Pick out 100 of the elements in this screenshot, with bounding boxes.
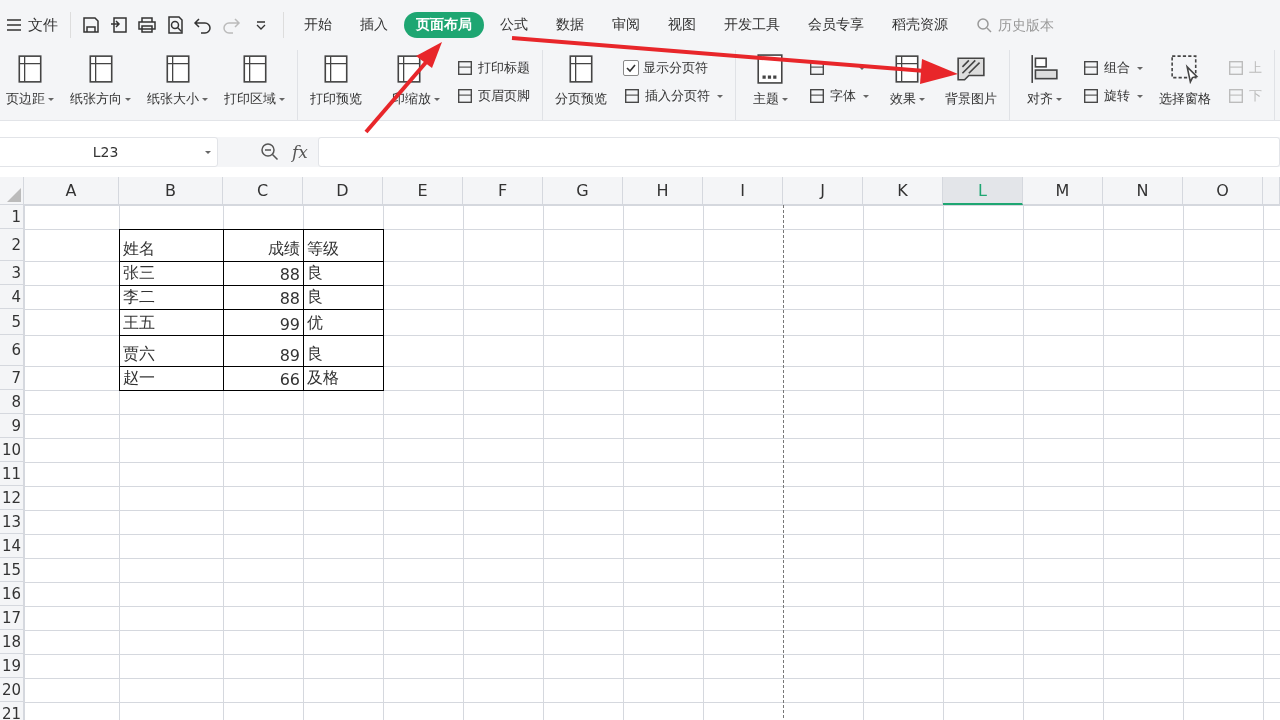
table-cell-text: 及格 (306, 367, 340, 389)
search-field[interactable]: 历史版本 (976, 16, 1090, 34)
print-preview-icon[interactable] (165, 15, 185, 35)
column-header[interactable]: M (1023, 177, 1103, 205)
ribbon-tab[interactable]: 数据 (544, 12, 596, 38)
ribbon-button[interactable]: 打印区域 (216, 50, 293, 120)
row-header[interactable]: 4 (0, 285, 24, 309)
ribbon-button[interactable]: 打印标题 (454, 58, 532, 78)
ribbon-button[interactable]: 选择窗格 (1151, 50, 1219, 120)
ribbon-tab[interactable]: 会员专享 (796, 12, 876, 38)
ribbon-button[interactable]: 组合 (1080, 58, 1145, 78)
ribbon-button[interactable]: 页边距 (0, 50, 62, 120)
ribbon-button[interactable]: 页眉页脚 (454, 86, 532, 106)
ribbon-button[interactable]: 纸张方向 (62, 50, 139, 120)
column-header[interactable]: D (303, 177, 383, 205)
row-header[interactable]: 15 (0, 558, 24, 582)
ribbon-tab[interactable]: 开始 (292, 12, 344, 38)
table-cell-text: 良 (306, 343, 324, 365)
ribbon-button[interactable]: 背景图片 (937, 50, 1005, 120)
ribbon-tab[interactable]: 视图 (656, 12, 708, 38)
row-header[interactable]: 14 (0, 534, 24, 558)
column-header[interactable]: A (24, 177, 119, 205)
page-icon (1082, 59, 1100, 77)
file-menu-button[interactable]: 文件 (0, 15, 64, 35)
column-header[interactable]: I (703, 177, 783, 205)
ribbon-button[interactable]: 分页预览 (547, 50, 615, 120)
table-cell-text: 贾六 (122, 343, 156, 365)
undo-icon[interactable] (193, 15, 213, 35)
column-header[interactable]: O (1183, 177, 1263, 205)
table-cell-text: 赵一 (122, 367, 156, 389)
caret-icon (48, 97, 54, 101)
ribbon-tab[interactable]: 审阅 (600, 12, 652, 38)
table-cell-text: 良 (306, 262, 324, 284)
ribbon-button[interactable]: 对齐 (1014, 50, 1074, 120)
table-cell-text: 良 (306, 286, 324, 308)
ribbon-tab[interactable]: 插入 (348, 12, 400, 38)
column-header[interactable]: N (1103, 177, 1183, 205)
table-cell-text: 优 (306, 312, 324, 334)
row-header[interactable]: 17 (0, 606, 24, 630)
function-label[interactable]: fx (292, 142, 308, 162)
page-icon (566, 54, 596, 84)
row-header[interactable]: 13 (0, 510, 24, 534)
print-icon[interactable] (137, 15, 157, 35)
row-header[interactable]: 5 (0, 309, 24, 335)
ribbon-button[interactable]: 旋转 (1080, 86, 1145, 106)
ribbon-button[interactable]: 纸张大小 (139, 50, 216, 120)
row-header[interactable]: 21 (0, 702, 24, 720)
ribbon-button[interactable]: 字体 (806, 86, 871, 106)
row-header[interactable]: 19 (0, 654, 24, 678)
column-header[interactable]: H (623, 177, 703, 205)
ribbon-tab[interactable]: 开发工具 (712, 12, 792, 38)
row-header[interactable]: 12 (0, 486, 24, 510)
checkbox[interactable]: 显示分页符 (621, 58, 725, 78)
caret-icon (279, 97, 285, 101)
table-cell-text: 姓名 (122, 238, 156, 260)
save-icon[interactable] (81, 15, 101, 35)
column-header[interactable]: B (119, 177, 223, 205)
row-header[interactable]: 3 (0, 261, 24, 285)
formula-field[interactable] (317, 137, 1280, 167)
row-header[interactable]: 2 (0, 229, 24, 261)
caret-icon (918, 97, 925, 101)
page-icon (1227, 59, 1245, 77)
page-icon (1082, 87, 1100, 105)
table-cell-text: 等级 (306, 238, 340, 260)
row-header[interactable]: 20 (0, 678, 24, 702)
page-icon (321, 54, 351, 84)
page-icon (456, 59, 474, 77)
zoom-icon[interactable] (260, 142, 280, 162)
table-cell-text: 88 (278, 288, 301, 309)
page-icon (394, 54, 424, 84)
column-header[interactable]: J (783, 177, 863, 205)
page-icon (623, 87, 641, 105)
column-header[interactable]: F (463, 177, 543, 205)
row-header[interactable]: 8 (0, 390, 24, 414)
row-header[interactable]: 11 (0, 462, 24, 486)
row-header[interactable]: 1 (0, 205, 24, 229)
checkbox-box[interactable] (623, 60, 639, 76)
column-header[interactable]: K (863, 177, 943, 205)
ribbon-tab[interactable]: 公式 (488, 12, 540, 38)
caret-icon (202, 97, 208, 101)
column-header[interactable]: C (223, 177, 303, 205)
ribbon-tab[interactable]: 稻壳资源 (880, 12, 960, 38)
caret-icon (434, 97, 440, 101)
row-header[interactable]: 6 (0, 335, 24, 366)
ribbon-button[interactable]: 主题 (740, 50, 800, 120)
name-box[interactable]: L23 (0, 137, 218, 167)
more-icon[interactable] (255, 19, 267, 31)
column-header[interactable]: E (383, 177, 463, 205)
background-image-icon (956, 54, 986, 84)
row-header[interactable]: 10 (0, 438, 24, 462)
select-all-icon (7, 188, 21, 202)
caret-icon (1055, 97, 1062, 101)
row-header[interactable]: 9 (0, 414, 24, 438)
row-header[interactable]: 7 (0, 366, 24, 390)
ribbon-button[interactable]: 插入分页符 (621, 86, 725, 106)
row-header[interactable]: 18 (0, 630, 24, 654)
column-header[interactable]: G (543, 177, 623, 205)
row-header[interactable]: 16 (0, 582, 24, 606)
export-icon[interactable] (109, 15, 129, 35)
ribbon-button[interactable]: 打印预览 (302, 50, 370, 120)
